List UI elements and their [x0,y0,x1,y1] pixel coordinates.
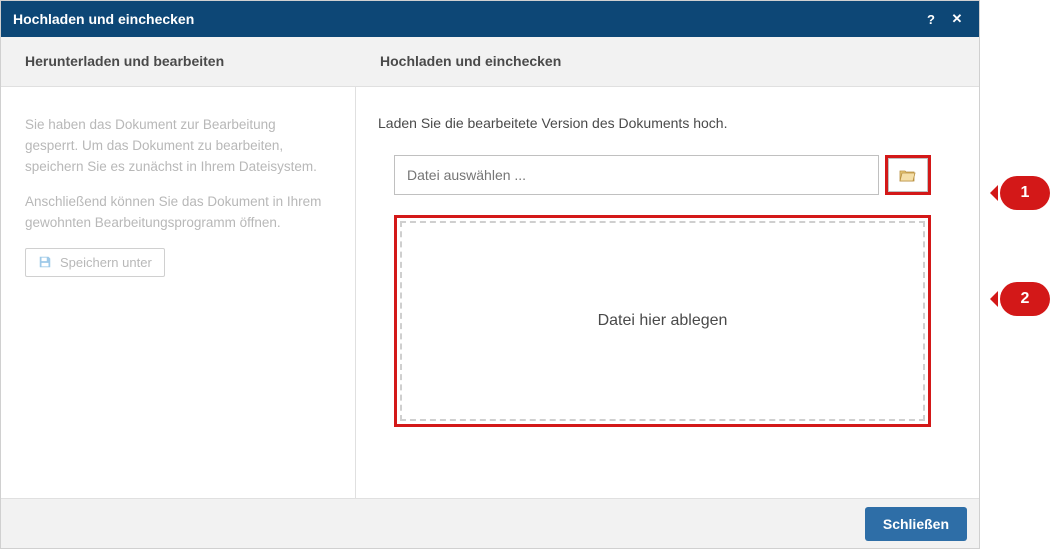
browse-button[interactable] [888,158,928,192]
open-info-text: Anschließend können Sie das Dokument in … [25,192,331,234]
upload-checkin-dialog: Hochladen und einchecken ? ✕ Herunterlad… [0,0,980,549]
callout-highlight-2: Datei hier ablegen [394,215,931,427]
content-area: Sie haben das Dokument zur Bearbeitung g… [1,87,979,498]
left-panel: Sie haben das Dokument zur Bearbeitung g… [1,87,356,498]
file-select-row [394,155,931,195]
folder-open-icon [899,168,917,182]
file-path-input[interactable] [394,155,879,195]
file-dropzone[interactable]: Datei hier ablegen [400,221,925,421]
close-icon[interactable]: ✕ [947,9,967,29]
dialog-title: Hochladen und einchecken [13,11,915,27]
subheader: Herunterladen und bearbeiten Hochladen u… [1,37,979,87]
lock-info-text: Sie haben das Dokument zur Bearbeitung g… [25,115,331,178]
callout-highlight-1 [885,155,931,195]
upload-instruction: Laden Sie die bearbeitete Version des Do… [378,115,947,131]
subheader-upload-checkin: Hochladen und einchecken [356,37,979,86]
titlebar: Hochladen und einchecken ? ✕ [1,1,979,37]
save-as-label: Speichern unter [60,255,152,270]
dropzone-label: Datei hier ablegen [598,312,728,330]
help-icon[interactable]: ? [921,9,941,29]
annotation-callout-2: 2 [1000,282,1050,316]
save-as-button[interactable]: Speichern unter [25,248,165,277]
annotation-callout-1: 1 [1000,176,1050,210]
dialog-footer: Schließen [1,498,979,548]
right-panel: Laden Sie die bearbeitete Version des Do… [356,87,979,498]
subheader-download-edit: Herunterladen und bearbeiten [1,37,356,86]
save-icon [38,255,52,269]
close-button[interactable]: Schließen [865,507,967,541]
